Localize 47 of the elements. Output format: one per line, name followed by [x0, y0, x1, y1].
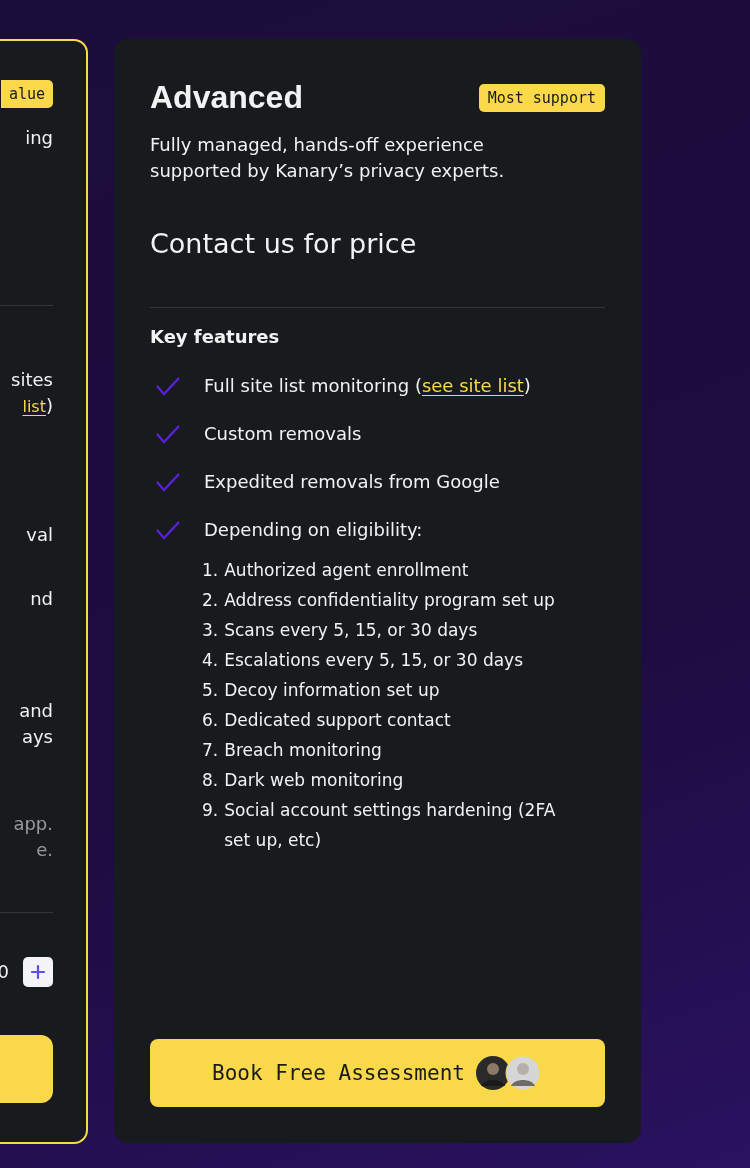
list-item-text: Decoy information set up — [224, 679, 440, 702]
feature-text: and — [19, 699, 53, 723]
list-number: 3. — [202, 619, 219, 642]
list-item-text: Breach monitoring — [224, 739, 382, 762]
feature-text: Depending on eligibility: — [204, 518, 423, 542]
plus-icon — [30, 964, 46, 980]
note-text: app. — [13, 812, 53, 836]
book-assessment-button[interactable]: Book Free Assessment — [150, 1039, 605, 1107]
feature-text: Expedited removals from Google — [204, 470, 500, 494]
feature-text: sites — [11, 368, 53, 392]
avatars-drawing — [474, 1055, 543, 1091]
list-number: 5. — [202, 679, 219, 702]
list-number: 2. — [202, 589, 219, 612]
plan-title: Advanced — [150, 79, 303, 116]
list-number: 7. — [202, 739, 219, 762]
feature-text: ) — [45, 394, 53, 418]
price-text: Contact us for price — [150, 228, 418, 259]
check-icon — [154, 519, 182, 541]
feature-text: ing — [25, 126, 53, 150]
list-item-text: Escalations every 5, 15, or 30 days — [224, 649, 523, 672]
plan-badge: alue — [0, 80, 53, 108]
feature-text: ays — [21, 725, 53, 749]
site-list-link[interactable]: list — [22, 396, 46, 416]
section-heading: Key features — [150, 326, 281, 347]
check-icon — [154, 423, 182, 445]
list-number: 8. — [202, 769, 219, 792]
check-icon — [154, 471, 182, 493]
list-number: 4. — [202, 649, 219, 672]
feature-text: Custom removals — [204, 422, 362, 446]
list-item-text: Scans every 5, 15, or 30 days — [224, 619, 478, 642]
feature-text: val — [26, 523, 53, 547]
feature-text: Full site list monitoring (see site list) — [204, 374, 531, 398]
list-item-text: Dark web monitoring — [224, 769, 404, 792]
list-item-text: Social account settings hardening (2FA set up, etc) — [224, 799, 557, 852]
list-item-text: Dedicated support contact — [224, 709, 451, 732]
note-text: e. — [36, 838, 53, 862]
list-number: 9. — [202, 799, 219, 822]
list-number: 1. — [202, 559, 219, 582]
feature-text: nd — [30, 587, 53, 611]
plus-button[interactable] — [23, 957, 53, 987]
site-list-link[interactable]: see site list — [421, 375, 524, 396]
list-item-text: Authorized agent enrollment — [224, 559, 469, 582]
check-icon — [154, 375, 182, 397]
plan-description: Fully managed, hands-off experience supported by Kanary’s privacy experts. — [150, 133, 506, 183]
list-item-text: Address confidentiality program set up — [224, 589, 555, 612]
plan-badge: Most support — [478, 83, 605, 112]
list-number: 6. — [202, 709, 219, 732]
